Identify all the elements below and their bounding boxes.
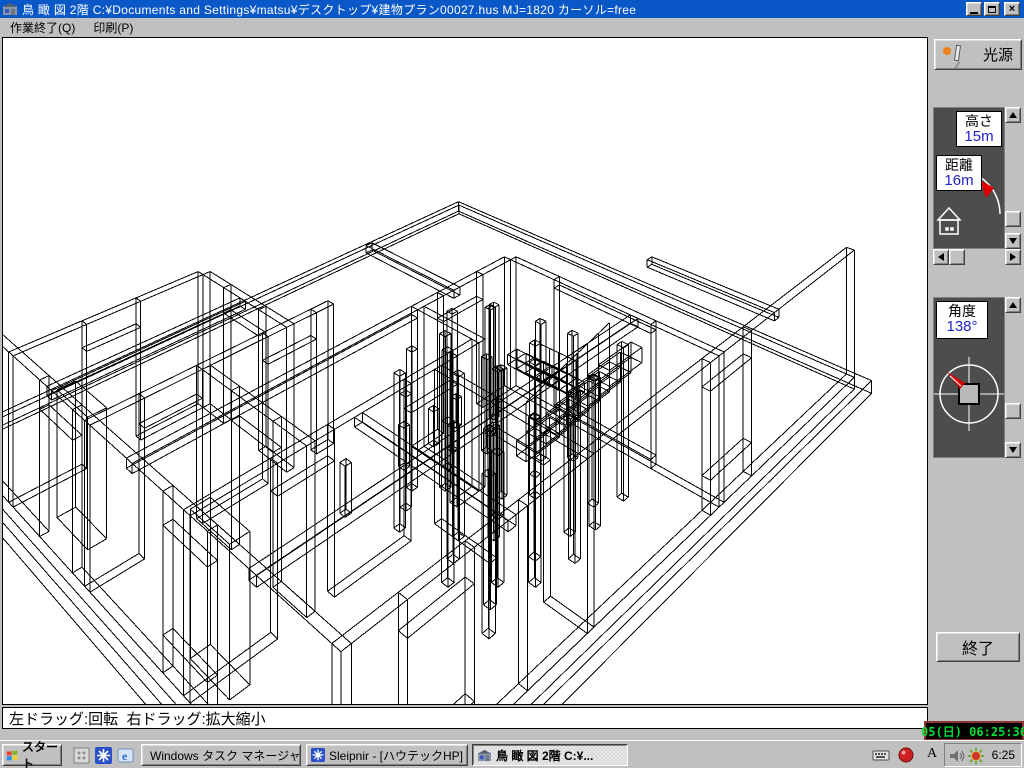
antivirus-tray-icon[interactable] bbox=[967, 747, 985, 765]
trackball-tray-icon[interactable] bbox=[897, 746, 915, 764]
distance-label: 距離 bbox=[937, 158, 981, 173]
angle-scrollbar[interactable] bbox=[1005, 297, 1021, 458]
height-display: 高さ 15m bbox=[956, 111, 1002, 147]
angle-scroll-thumb[interactable] bbox=[1005, 403, 1021, 419]
internet-explorer-icon[interactable]: e bbox=[117, 747, 134, 764]
close-button[interactable]: × bbox=[1004, 2, 1020, 16]
clock-text: 05(日) 06:25:36 bbox=[921, 723, 1024, 740]
start-button[interactable]: スタート bbox=[2, 744, 62, 766]
exit-button[interactable]: 終了 bbox=[936, 632, 1020, 662]
light-source-label: 光源 bbox=[983, 44, 1013, 65]
status-text: 左ドラッグ:回転 右ドラッグ:拡大縮小 bbox=[9, 708, 266, 729]
distance-scrollbar[interactable] bbox=[933, 249, 1021, 265]
angle-display: 角度 138° bbox=[936, 301, 988, 339]
volume-tray-icon[interactable] bbox=[948, 747, 966, 765]
keyboard-tray-icon[interactable] bbox=[872, 746, 890, 764]
app-icon bbox=[2, 2, 18, 16]
height-value: 15m bbox=[957, 129, 1001, 146]
task-button-label: Windows タスク マネージャ bbox=[150, 747, 301, 764]
task-button-label: 鳥 瞰 図 2階 C:¥... bbox=[496, 747, 593, 764]
sleipnir-quicklaunch-icon[interactable] bbox=[95, 747, 112, 764]
arrow-up-icon bbox=[1009, 302, 1017, 308]
close-icon: × bbox=[1009, 4, 1015, 14]
arrow-down-icon bbox=[1009, 447, 1017, 453]
task-button-sleipnir[interactable]: Sleipnir - [ハウテックHP] bbox=[306, 744, 468, 766]
distance-scroll-left[interactable] bbox=[933, 249, 949, 265]
tray-clock[interactable]: 6:25 bbox=[992, 748, 1015, 762]
height-scrollbar[interactable] bbox=[1005, 107, 1021, 249]
task-button-label: Sleipnir - [ハウテックHP] bbox=[329, 747, 463, 764]
windows-logo-icon bbox=[6, 748, 19, 762]
height-label: 高さ bbox=[957, 114, 1001, 129]
menu-bar: 作業終了(Q) 印刷(P) bbox=[0, 18, 1024, 37]
angle-scroll-up[interactable] bbox=[1005, 297, 1021, 313]
status-bar: 左ドラッグ:回転 右ドラッグ:拡大縮小 bbox=[2, 707, 928, 729]
compass-center-square bbox=[959, 384, 979, 404]
taskbar: スタート e Windows タスク マネージャ bbox=[0, 740, 1024, 768]
arrow-right-icon bbox=[1010, 253, 1016, 261]
distance-scroll-right[interactable] bbox=[1005, 249, 1021, 265]
house-icon bbox=[938, 208, 960, 234]
svg-text:e: e bbox=[122, 749, 128, 763]
task-button-birdview[interactable]: 鳥 瞰 図 2階 C:¥... bbox=[472, 744, 628, 766]
light-pen-icon bbox=[954, 45, 961, 62]
minimize-icon bbox=[970, 12, 978, 14]
window-title: 鳥 瞰 図 2階 C:¥Documents and Settings¥matsu… bbox=[22, 1, 636, 18]
arrow-down-icon bbox=[1009, 238, 1017, 244]
angle-label: 角度 bbox=[937, 304, 987, 319]
height-scroll-thumb[interactable] bbox=[1005, 211, 1021, 227]
height-scroll-up[interactable] bbox=[1005, 107, 1021, 123]
show-desktop-icon[interactable] bbox=[73, 747, 90, 764]
task-button-taskmanager[interactable]: Windows タスク マネージャ bbox=[141, 744, 301, 766]
restore-button[interactable] bbox=[984, 2, 1000, 16]
exit-button-label: 終了 bbox=[962, 635, 994, 659]
birdview-app-icon bbox=[477, 749, 492, 762]
distance-display: 距離 16m bbox=[936, 155, 982, 191]
light-source-button[interactable]: 光源 bbox=[934, 39, 1022, 70]
distance-value: 16m bbox=[937, 173, 981, 190]
system-tray: 6:25 bbox=[944, 743, 1022, 767]
menu-item-quit[interactable]: 作業終了(Q) bbox=[2, 17, 83, 38]
wireframe-viewport[interactable] bbox=[2, 37, 928, 705]
angle-value: 138° bbox=[937, 319, 987, 336]
arrow-up-icon bbox=[1009, 112, 1017, 118]
desktop-clock-overlay: 05(日) 06:25:36 bbox=[924, 721, 1024, 741]
light-dot-icon bbox=[943, 47, 951, 55]
ime-indicator[interactable]: A bbox=[926, 746, 938, 764]
angle-scroll-down[interactable] bbox=[1005, 442, 1021, 458]
arrow-left-icon bbox=[938, 253, 944, 261]
minimize-button[interactable] bbox=[966, 2, 982, 16]
menu-item-print[interactable]: 印刷(P) bbox=[85, 17, 141, 38]
title-bar: 鳥 瞰 図 2階 C:¥Documents and Settings¥matsu… bbox=[0, 0, 1024, 18]
ime-letter: A bbox=[927, 746, 937, 761]
wireframe-drawing bbox=[3, 38, 927, 704]
sleipnir-icon bbox=[311, 748, 325, 762]
distance-scroll-thumb[interactable] bbox=[949, 249, 965, 265]
start-label: スタート bbox=[22, 738, 61, 768]
height-scroll-down[interactable] bbox=[1005, 233, 1021, 249]
restore-icon bbox=[988, 6, 996, 13]
